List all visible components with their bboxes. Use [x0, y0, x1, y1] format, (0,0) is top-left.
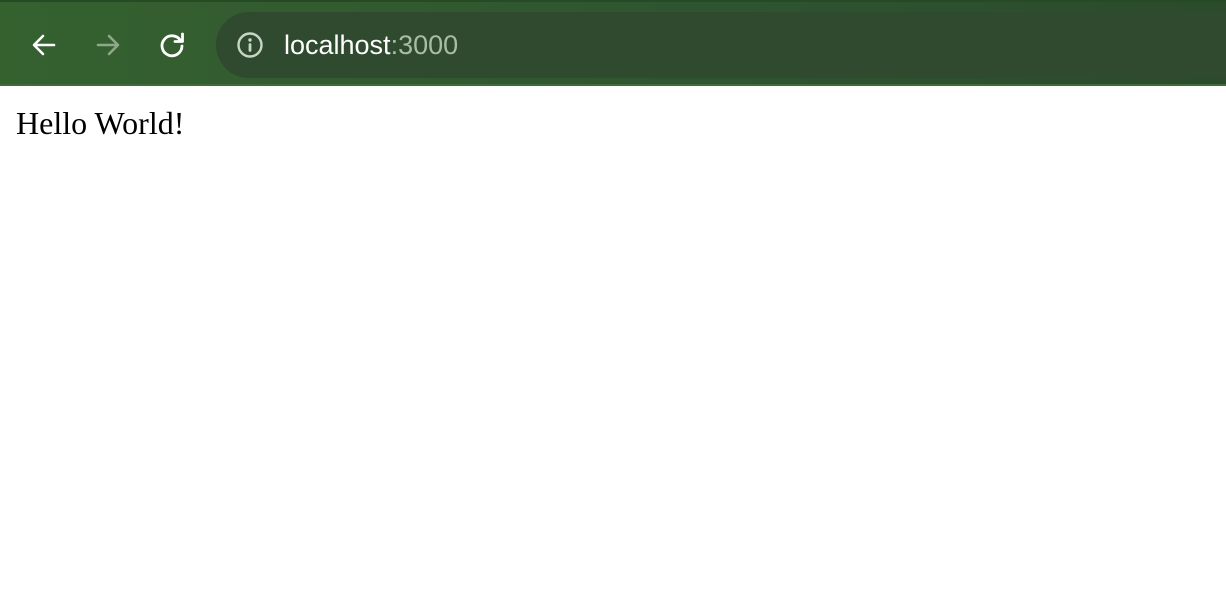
back-button[interactable] [24, 25, 64, 65]
url-port: :3000 [390, 30, 459, 60]
forward-button[interactable] [88, 25, 128, 65]
info-icon[interactable] [236, 31, 264, 59]
url-text[interactable]: localhost:3000 [284, 28, 458, 62]
reload-button[interactable] [152, 25, 192, 65]
browser-toolbar: localhost:3000 [0, 0, 1226, 86]
url-host: localhost [284, 30, 391, 60]
page-content: Hello World! [0, 86, 1226, 614]
arrow-right-icon [96, 34, 120, 56]
arrow-left-icon [32, 34, 56, 56]
address-bar[interactable]: localhost:3000 [216, 12, 1226, 78]
reload-icon [160, 32, 184, 58]
hello-text: Hello World! [16, 105, 185, 141]
